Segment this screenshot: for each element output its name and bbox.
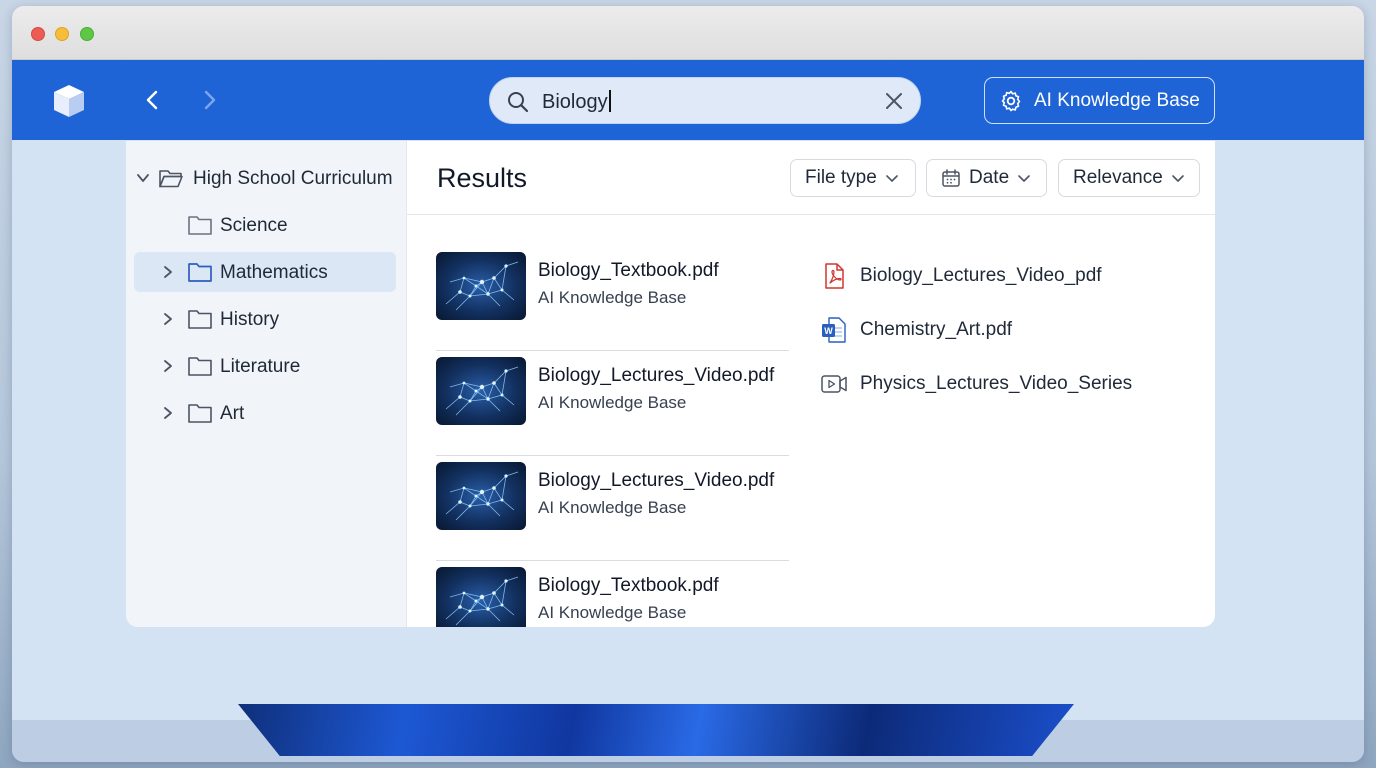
neural-network-thumbnail [436, 357, 526, 425]
svg-text:W: W [824, 326, 833, 336]
pdf-icon [825, 263, 844, 289]
filter-label: Relevance [1073, 167, 1163, 188]
tree-item-label: Literature [220, 356, 301, 377]
tree-item-high-school-curriculum[interactable]: High School Curriculum [134, 158, 396, 198]
neural-network-thumbnail [436, 252, 526, 320]
result-title: Biology_Lectures_Video.pdf [538, 365, 775, 386]
results-header: Results File type Date Relevance [407, 141, 1215, 215]
folder-icon [188, 263, 212, 282]
chevron-right-icon[interactable] [161, 359, 175, 373]
file-label: Biology_Lectures_Video_pdf [860, 265, 1102, 286]
minimize-window-button[interactable] [55, 27, 69, 41]
neural-network-thumbnail [436, 567, 526, 627]
open-folder-icon [159, 170, 183, 188]
file-row[interactable]: Biology_Lectures_Video_pdf [820, 259, 1180, 291]
file-label: Chemistry_Art.pdf [860, 319, 1013, 340]
tree-item-science[interactable]: Science [134, 205, 396, 245]
ai-knowledge-base-label: AI Knowledge Base [1034, 89, 1200, 111]
chevron-right-icon[interactable] [161, 265, 175, 279]
result-title: Biology_Textbook.pdf [538, 575, 719, 596]
result-card[interactable]: Biology_Textbook.pdf AI Knowledge Base [436, 561, 789, 627]
file-row[interactable]: Physics_Lectures_Video_Series [820, 367, 1180, 399]
search-box[interactable]: Biology [489, 77, 921, 124]
search-icon [508, 92, 529, 113]
results-title: Results [437, 163, 528, 193]
chevron-down-icon [1018, 175, 1030, 182]
search-input[interactable]: Biology [542, 90, 611, 114]
result-card[interactable]: Biology_Textbook.pdf AI Knowledge Base [436, 246, 789, 351]
app-toolbar: Biology AI Knowledge Base [12, 60, 1364, 140]
tree-item-literature[interactable]: Literature [134, 346, 396, 386]
folder-icon [188, 216, 212, 235]
main-panel: High School Curriculum Science Mathemati… [126, 141, 1215, 627]
tree-item-label: Mathematics [220, 262, 328, 283]
result-source: AI Knowledge Base [538, 393, 687, 412]
filter-label: Date [969, 167, 1010, 188]
chevron-down-icon[interactable] [136, 171, 150, 185]
close-icon[interactable] [884, 91, 904, 111]
result-card[interactable]: Biology_Lectures_Video.pdf AI Knowledge … [436, 351, 789, 456]
zoom-window-button[interactable] [80, 27, 94, 41]
tree-item-history[interactable]: History [134, 299, 396, 339]
folder-icon [188, 310, 212, 329]
ai-knowledge-base-button[interactable]: AI Knowledge Base [984, 77, 1215, 124]
text-caret [608, 90, 611, 112]
chevron-right-icon[interactable] [161, 406, 175, 420]
tree-item-mathematics[interactable]: Mathematics [134, 252, 396, 292]
relevance-filter[interactable]: Relevance [1058, 159, 1200, 197]
tree-item-label: High School Curriculum [193, 168, 393, 189]
neural-network-thumbnail [436, 462, 526, 530]
tree-item-art[interactable]: Art [134, 393, 396, 433]
folder-icon [188, 404, 212, 423]
result-card[interactable]: Biology_Lectures_Video.pdf AI Knowledge … [436, 456, 789, 561]
chevron-left-icon[interactable] [141, 88, 165, 112]
file-label: Physics_Lectures_Video_Series [860, 373, 1133, 394]
gear-icon [1001, 90, 1021, 111]
word-doc-icon: W [822, 317, 846, 343]
date-filter[interactable]: Date [926, 159, 1047, 197]
file-type-filter[interactable]: File type [790, 159, 916, 197]
result-source: AI Knowledge Base [538, 603, 687, 622]
file-row[interactable]: W Chemistry_Art.pdf [820, 313, 1180, 345]
result-source: AI Knowledge Base [538, 498, 687, 517]
chevron-down-icon [886, 175, 898, 182]
result-title: Biology_Lectures_Video.pdf [538, 470, 775, 491]
calendar-icon [942, 169, 960, 187]
result-source: AI Knowledge Base [538, 288, 687, 307]
filter-label: File type [805, 167, 877, 188]
tree-item-label: Art [220, 403, 245, 424]
folder-icon [188, 357, 212, 376]
app-window: Biology AI Knowledge Base High School Cu… [12, 6, 1364, 762]
chevron-right-icon[interactable] [161, 312, 175, 326]
title-bar [12, 6, 1364, 60]
chevron-down-icon [1171, 175, 1184, 182]
wallpaper-decoration [238, 704, 1074, 756]
close-window-button[interactable] [31, 27, 45, 41]
chevron-right-icon[interactable] [197, 88, 221, 112]
cube-icon[interactable] [50, 82, 88, 120]
folder-tree: High School Curriculum Science Mathemati… [126, 141, 407, 627]
video-icon [821, 375, 847, 393]
result-title: Biology_Textbook.pdf [538, 260, 719, 281]
tree-item-label: Science [220, 215, 288, 236]
tree-item-label: History [220, 309, 280, 330]
